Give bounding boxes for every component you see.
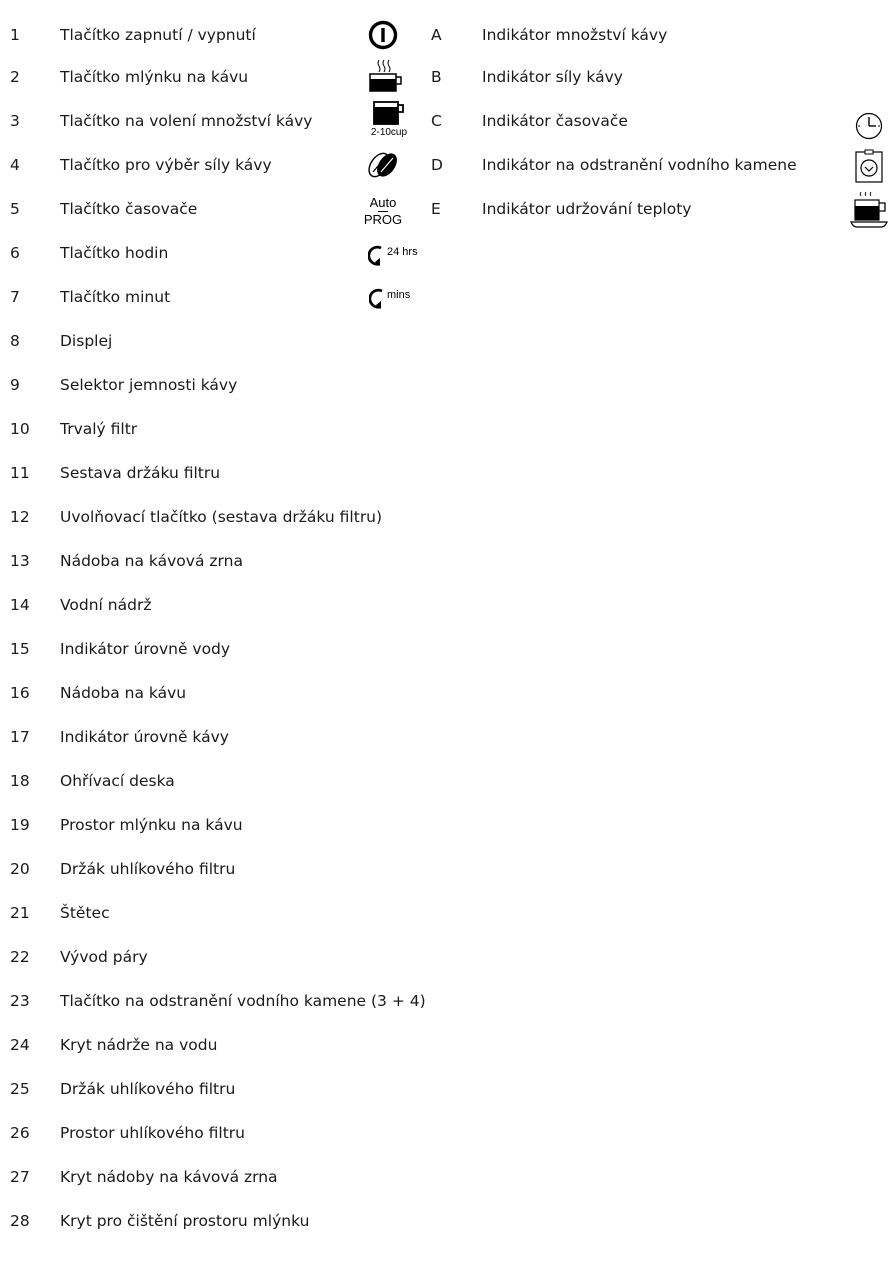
cup-amount-icon: 2-10cup [369,100,409,146]
auto-prog-icon: Auto PROG [363,194,403,228]
descale-icon [852,148,886,186]
minutes-icon: mins [369,286,413,312]
power-icon [367,19,399,51]
grinder-cup-icon [367,58,409,94]
clock-icon [852,111,886,141]
coffee-bean-icon [366,149,400,181]
hours-icon: 24 hrs [368,243,420,269]
keep-warm-icon [850,189,890,229]
